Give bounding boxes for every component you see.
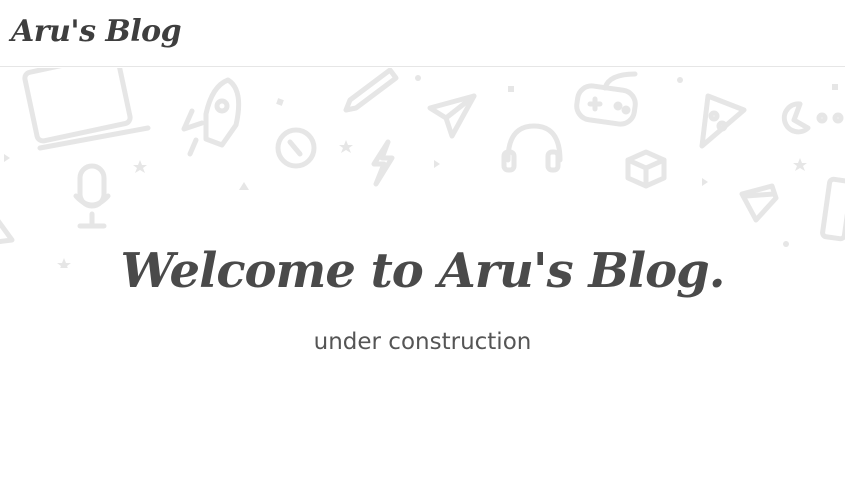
brand-logo-link[interactable]: Aru's Blog xyxy=(11,12,182,52)
laptop-icon xyxy=(22,68,151,151)
pizza-icon xyxy=(699,93,747,149)
hero-title: Welcome to Aru's Blog. xyxy=(120,243,726,299)
rocket-icon xyxy=(181,77,242,157)
navbar: Aru's Blog xyxy=(0,0,845,67)
phone-icon xyxy=(820,176,845,242)
paper-plane-icon xyxy=(427,93,477,139)
microphone-icon xyxy=(73,163,111,229)
pacman-icon xyxy=(781,101,844,135)
gamepad-icon xyxy=(574,71,638,127)
diamond-icon xyxy=(739,183,779,223)
lego-brick-icon xyxy=(625,149,667,189)
hero-subtitle: under construction xyxy=(313,329,532,355)
compass-icon xyxy=(275,127,317,169)
pencil-icon xyxy=(343,68,399,113)
headphones-icon xyxy=(501,123,563,173)
hero-section: Welcome to Aru's Blog. under constructio… xyxy=(0,68,845,492)
lightning-icon xyxy=(371,139,395,187)
